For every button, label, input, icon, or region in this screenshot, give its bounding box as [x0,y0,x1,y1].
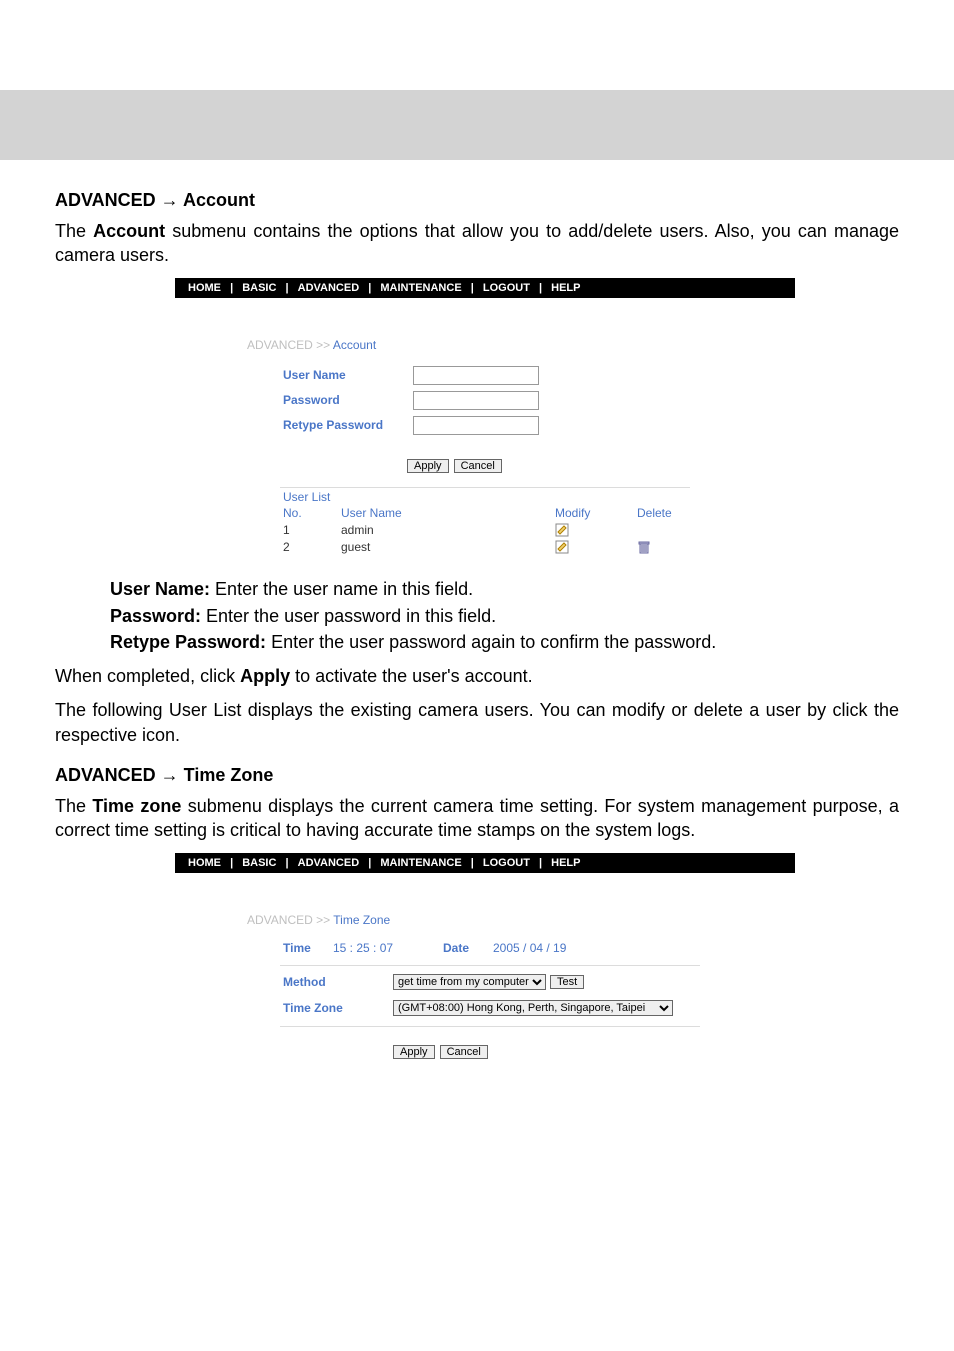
nav-sep: | [365,282,374,294]
edit-icon[interactable] [555,523,569,537]
apply-button[interactable]: Apply [393,1045,435,1059]
userlist-title: User List [175,490,795,506]
divider [280,487,690,488]
trash-icon[interactable] [637,540,651,554]
col-username: User Name [341,506,555,522]
cell-username: guest [341,538,555,555]
table-header-row: No. User Name Modify Delete [283,506,723,522]
user-list-table: No. User Name Modify Delete 1 admin [283,506,723,556]
input-username[interactable] [413,366,539,385]
label-password: Password [283,393,413,407]
cancel-button[interactable]: Cancel [440,1045,488,1059]
breadcrumb: ADVANCED >> Account [175,330,795,362]
top-banner [0,90,954,160]
nav-maintenance[interactable]: MAINTENANCE [377,282,464,294]
nav-sep: | [227,857,236,869]
nav-home[interactable]: HOME [185,282,224,294]
col-modify: Modify [555,506,637,522]
date-label: Date [443,941,493,955]
account-panel: ADVANCED >> Account User Name Password R… [175,320,795,564]
account-form: User Name Password Retype Password [175,362,795,449]
divider [280,965,700,966]
time-label: Time [283,941,333,955]
cell-modify [555,522,637,539]
nav-sep: | [283,857,292,869]
method-select[interactable]: get time from my computer [393,974,546,990]
nav-basic[interactable]: BASIC [239,282,279,294]
nav-logout[interactable]: LOGOUT [480,282,533,294]
nav-logout[interactable]: LOGOUT [480,857,533,869]
cell-no: 2 [283,538,341,555]
divider-strip [175,873,795,895]
desc-password: Password: Enter the user password in thi… [55,604,899,628]
timezone-select[interactable]: (GMT+08:00) Hong Kong, Perth, Singapore,… [393,1000,673,1016]
nav-advanced[interactable]: ADVANCED [295,857,363,869]
nav-sep: | [536,282,545,294]
page-content: ADVANCED → Account The Account submenu c… [0,160,954,1129]
cell-username: admin [341,522,555,539]
input-password[interactable] [413,391,539,410]
edit-icon[interactable] [555,540,569,554]
cancel-button[interactable]: Cancel [454,459,502,473]
divider-strip [175,298,795,320]
nav-sep: | [227,282,236,294]
test-button[interactable]: Test [550,975,584,989]
table-row: 2 guest [283,538,723,555]
cell-no: 1 [283,522,341,539]
nav-sep: | [468,857,477,869]
cell-delete [637,538,723,555]
desc-username: User Name: Enter the user name in this f… [55,577,899,601]
section-heading-timezone: ADVANCED → Time Zone [55,765,899,786]
cell-delete [637,522,723,539]
nav-sep: | [365,857,374,869]
nav-sep: | [536,857,545,869]
apply-note: When completed, click Apply to activate … [55,664,899,688]
top-nav: HOME | BASIC | ADVANCED | MAINTENANCE | … [175,278,795,298]
button-row: Apply Cancel [175,449,795,481]
timezone-label: Time Zone [283,1001,393,1015]
method-row: Method get time from my computer Test [175,974,795,990]
field-descriptions: User Name: Enter the user name in this f… [55,577,899,654]
date-value: 2005 / 04 / 19 [493,941,566,955]
section-heading-text: ADVANCED → Time Zone [55,765,273,785]
row-retype-password: Retype Password [283,416,725,435]
apply-button[interactable]: Apply [407,459,449,473]
account-screenshot: HOME | BASIC | ADVANCED | MAINTENANCE | … [175,278,795,564]
table-row: 1 admin [283,522,723,539]
desc-retype: Retype Password: Enter the user password… [55,630,899,654]
section-heading-text: ADVANCED → Account [55,190,255,210]
timezone-screenshot: HOME | BASIC | ADVANCED | MAINTENANCE | … [175,853,795,1075]
account-intro: The Account submenu contains the options… [55,219,899,268]
nav-advanced[interactable]: ADVANCED [295,282,363,294]
button-row: Apply Cancel [175,1035,795,1067]
nav-basic[interactable]: BASIC [239,857,279,869]
nav-sep: | [283,282,292,294]
col-no: No. [283,506,341,522]
breadcrumb: ADVANCED >> Time Zone [175,905,795,937]
col-delete: Delete [637,506,723,522]
nav-help[interactable]: HELP [548,857,583,869]
nav-help[interactable]: HELP [548,282,583,294]
row-password: Password [283,391,725,410]
label-username: User Name [283,368,413,382]
method-label: Method [283,975,393,989]
divider [280,1026,700,1027]
nav-sep: | [468,282,477,294]
userlist-note: The following User List displays the exi… [55,698,899,747]
timezone-intro: The Time zone submenu displays the curre… [55,794,899,843]
section-heading-account: ADVANCED → Account [55,190,899,211]
row-username: User Name [283,366,725,385]
time-value: 15 : 25 : 07 [333,941,443,955]
top-nav: HOME | BASIC | ADVANCED | MAINTENANCE | … [175,853,795,873]
input-retype-password[interactable] [413,416,539,435]
time-date-row: Time 15 : 25 : 07 Date 2005 / 04 / 19 [175,941,795,955]
cell-modify [555,538,637,555]
timezone-panel: ADVANCED >> Time Zone Time 15 : 25 : 07 … [175,895,795,1075]
nav-home[interactable]: HOME [185,857,224,869]
nav-maintenance[interactable]: MAINTENANCE [377,857,464,869]
timezone-row: Time Zone (GMT+08:00) Hong Kong, Perth, … [175,1000,795,1016]
label-retype-password: Retype Password [283,418,413,432]
